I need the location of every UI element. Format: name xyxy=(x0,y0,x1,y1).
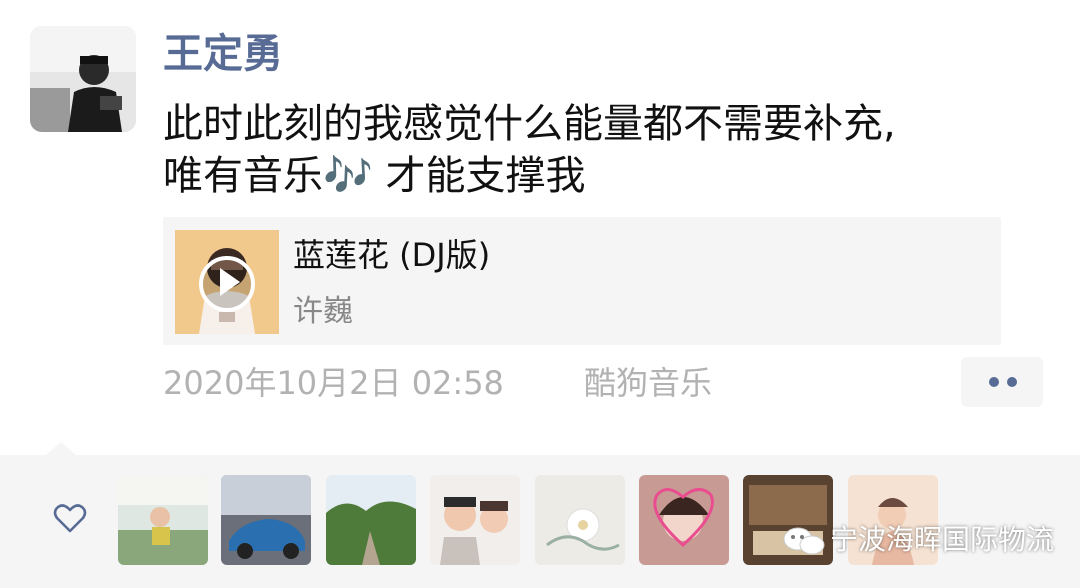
heart-outline-icon xyxy=(53,504,87,533)
liker-avatar[interactable] xyxy=(221,475,311,565)
more-dot xyxy=(1007,377,1017,387)
post-text-line-2: 唯有音乐🎶 才能支撑我 xyxy=(163,153,586,199)
post-timestamp: 2020年10月2日 02:58 xyxy=(163,364,504,402)
liker-avatar[interactable] xyxy=(535,475,625,565)
liker-avatar[interactable] xyxy=(430,475,520,565)
song-title: 蓝莲花 (DJ版) xyxy=(293,236,491,274)
post-text: 此时此刻的我感觉什么能量都不需要补充, 唯有音乐🎶 才能支撑我 xyxy=(163,98,1043,202)
song-artist: 许巍 xyxy=(293,294,353,329)
play-triangle-icon xyxy=(220,268,240,296)
post-source-app[interactable]: 酷狗音乐 xyxy=(584,361,712,405)
more-button[interactable] xyxy=(961,357,1043,407)
liker-avatar[interactable] xyxy=(118,475,208,565)
music-share-card[interactable]: 蓝莲花 (DJ版) 许巍 xyxy=(163,217,1001,345)
poster-avatar[interactable] xyxy=(30,26,136,132)
poster-name[interactable]: 王定勇 xyxy=(163,30,283,78)
liker-avatar[interactable] xyxy=(639,475,729,565)
more-dots-icon xyxy=(989,377,999,387)
post-text-line-1: 此时此刻的我感觉什么能量都不需要补充, xyxy=(163,101,896,147)
wechat-logo-icon xyxy=(783,527,825,555)
likes-panel-pointer xyxy=(46,442,76,455)
album-cover xyxy=(175,230,279,334)
watermark-text: 宁波海晖国际物流 xyxy=(830,523,1055,556)
liker-avatar[interactable] xyxy=(326,475,416,565)
